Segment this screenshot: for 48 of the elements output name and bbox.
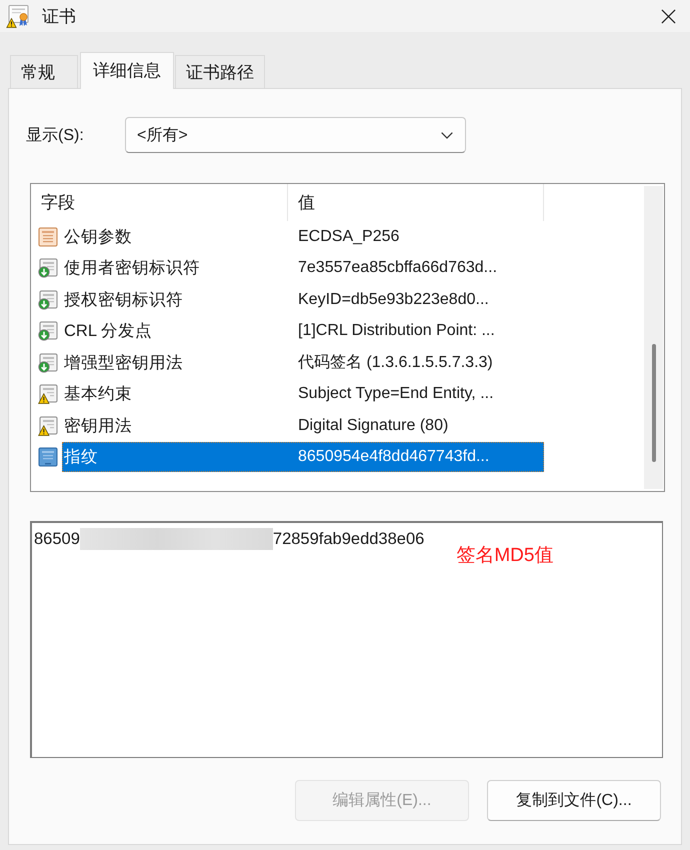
field-value: 7e3557ea85cbffa66d763d... [297, 259, 498, 278]
field-name: CRL 分发点 [63, 321, 153, 342]
tab[interactable]: 详细信息 [80, 52, 174, 89]
certificate-warning-icon [6, 4, 30, 28]
field-name: 授权密钥标识符 [63, 290, 184, 311]
tab[interactable]: 常规 [10, 55, 78, 88]
annotation-text: 签名MD5值 [456, 544, 554, 568]
document-download-icon [38, 290, 58, 310]
chevron-icon [441, 132, 453, 138]
field-value: 代码签名 (1.3.6.1.5.5.7.3.3) [297, 353, 494, 374]
window-title: 证书 [42, 6, 76, 28]
field-row[interactable]: 公钥参数 ECDSA_P256 [31, 221, 544, 252]
document-icon [38, 226, 58, 247]
detail-text: 72859fab9edd38e06 [272, 530, 424, 548]
scrollbar-thumb[interactable] [652, 344, 656, 462]
field-row[interactable]: CRL 分发点 [1]CRL Distribution Point: ... [31, 316, 544, 347]
field-row[interactable]: 增强型密钥用法 代码签名 (1.3.6.1.5.5.7.3.3) [31, 347, 544, 378]
column-header[interactable]: 值 [288, 184, 544, 221]
field-name: 增强型密钥用法 [63, 352, 184, 374]
document-warning-icon [38, 416, 58, 436]
field-name: 指纹 [63, 447, 99, 468]
field-value: [1]CRL Distribution Point: ... [297, 322, 496, 340]
field-value: KeyID=db5e93b223e8d0... [297, 290, 490, 309]
document-download-icon [38, 258, 58, 278]
detail-text: 86509 [34, 530, 80, 548]
dialog-button[interactable]: 复制到文件(C)... [487, 780, 661, 821]
close-icon[interactable] [661, 8, 676, 24]
document-download-icon [38, 321, 58, 342]
field-name: 基本约束 [63, 384, 133, 406]
field-row[interactable]: 使用者密钥标识符 7e3557ea85cbffa66d763d... [31, 252, 544, 284]
field-value: Digital Signature (80) [297, 416, 450, 435]
document-icon [38, 447, 58, 468]
field-row[interactable]: 密钥用法 Digital Signature (80) [31, 410, 544, 442]
show-dropdown[interactable]: <所有> [125, 117, 466, 153]
field-name: 公钥参数 [63, 226, 133, 248]
field-row[interactable]: 基本约束 Subject Type=End Entity, ... [31, 378, 544, 410]
detail-text-field[interactable]: 86509 72859fab9edd38e06 签名MD5值 [30, 521, 663, 758]
document-warning-icon [38, 384, 58, 404]
document-download-icon [38, 352, 58, 373]
field-value: 8650954e4f8dd467743fd... [297, 448, 490, 466]
field-name: 密钥用法 [63, 416, 133, 437]
field-value: Subject Type=End Entity, ... [297, 385, 495, 404]
field-row[interactable]: 授权密钥标识符 KeyID=db5e93b223e8d0... [31, 284, 544, 316]
tab[interactable]: 证书路径 [175, 55, 265, 88]
column-header[interactable]: 字段 [31, 184, 288, 221]
show-label: 显示(S): [26, 126, 85, 146]
field-value: ECDSA_P256 [297, 228, 400, 246]
field-name: 使用者密钥标识符 [63, 258, 201, 280]
